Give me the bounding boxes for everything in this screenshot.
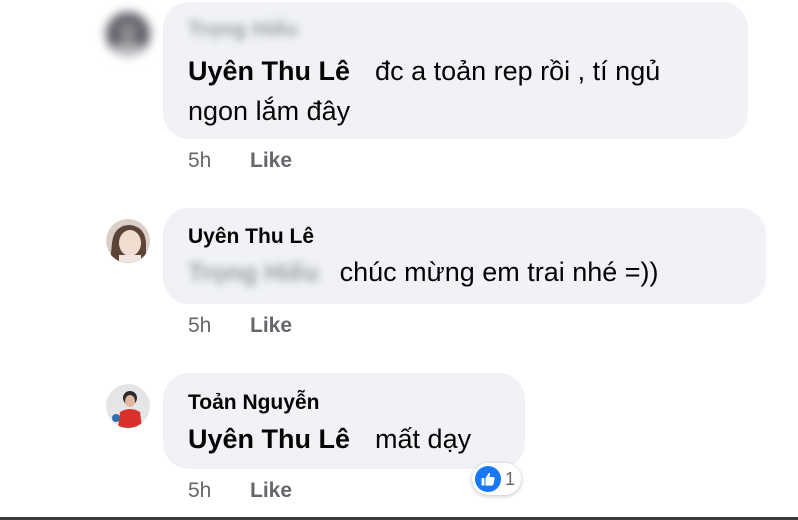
comment-author[interactable]: Uyên Thu Lê — [188, 225, 314, 249]
comment-time[interactable]: 5h — [188, 314, 250, 338]
mention-link[interactable]: Trọng Hiếu — [188, 259, 319, 288]
comment-actions: 5h Like — [188, 149, 292, 173]
mention-link[interactable]: Uyên Thu Lê — [188, 56, 350, 86]
comment-actions: 5h Like — [188, 314, 292, 338]
commenter-avatar[interactable] — [106, 219, 150, 263]
comment-author[interactable]: Toản Nguyễn — [188, 391, 319, 415]
comment-author[interactable]: Trọng Hiếu — [188, 18, 298, 42]
comment-bubble — [163, 208, 766, 304]
mention-link[interactable]: Uyên Thu Lê — [188, 424, 350, 454]
comment-time[interactable]: 5h — [188, 149, 250, 173]
comment-time[interactable]: 5h — [188, 479, 250, 503]
comment-actions: 5h Like — [188, 479, 292, 503]
comment-text: Trọng Hiếu chúc mừng em trai nhé =)) — [188, 257, 659, 288]
reaction-count: 1 — [505, 468, 516, 489]
like-button[interactable]: Like — [250, 479, 292, 502]
comment-text-line2: ngon lắm đây — [188, 96, 351, 126]
reaction-summary[interactable]: 1 — [472, 463, 522, 495]
comment-text: Uyên Thu Lê đc a toản rep rồi , tí ngủ — [188, 56, 661, 86]
like-button[interactable]: Like — [250, 149, 292, 172]
like-icon — [475, 466, 501, 492]
comment-text: Uyên Thu Lê mất dạy — [188, 424, 472, 454]
like-button[interactable]: Like — [250, 314, 292, 337]
commenter-avatar[interactable] — [106, 384, 150, 428]
commenter-avatar[interactable] — [106, 12, 150, 56]
